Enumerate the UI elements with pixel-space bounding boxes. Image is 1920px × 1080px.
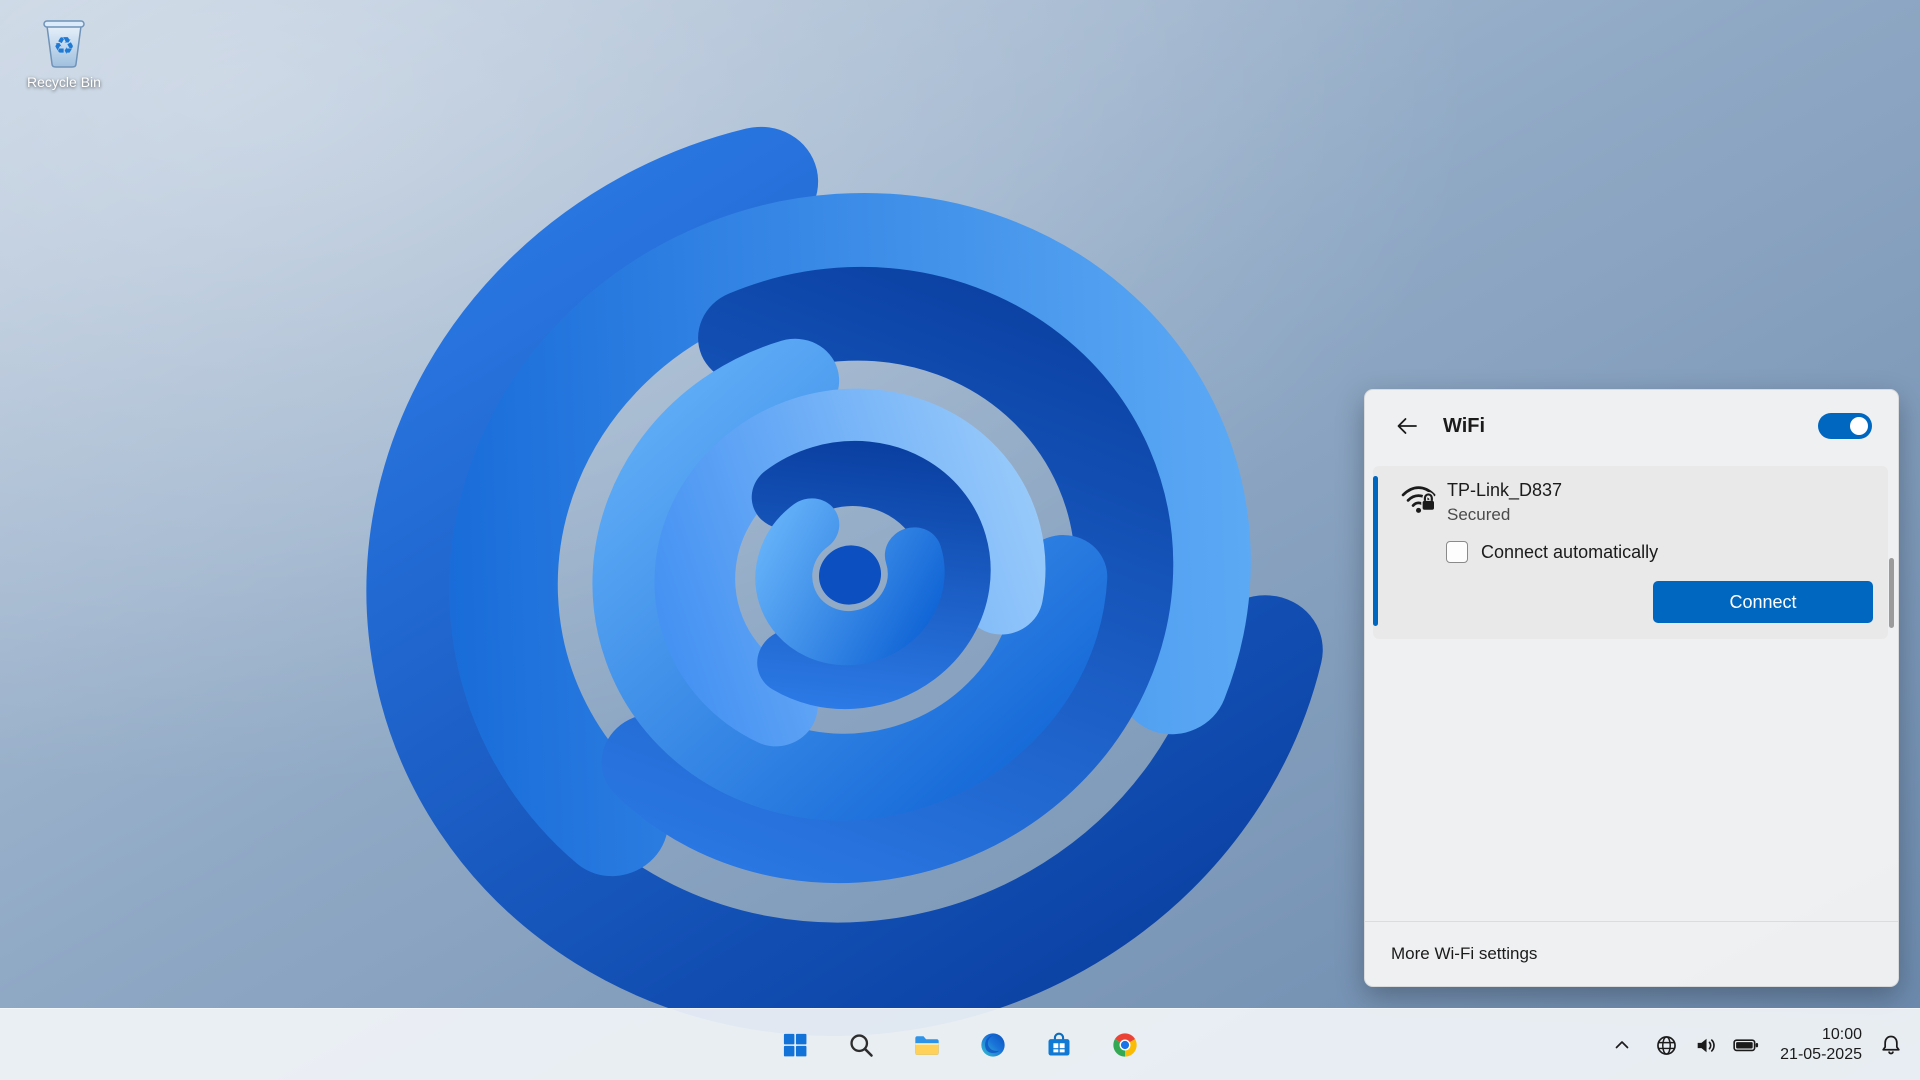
- microsoft-store-button[interactable]: [1037, 1023, 1081, 1067]
- recycle-bin-icon: ♻: [35, 12, 93, 70]
- connect-automatically-label: Connect automatically: [1481, 542, 1658, 563]
- clock[interactable]: 10:00 21-05-2025: [1780, 1025, 1862, 1065]
- taskbar-system-tray: 10:00 21-05-2025: [1606, 1009, 1908, 1080]
- network-volume-battery-group[interactable]: [1650, 1028, 1764, 1062]
- connect-automatically-row[interactable]: Connect automatically: [1446, 541, 1873, 563]
- taskbar-center-icons: [773, 1009, 1147, 1080]
- connect-automatically-checkbox[interactable]: [1446, 541, 1468, 563]
- start-button[interactable]: [773, 1023, 817, 1067]
- more-wifi-settings-link[interactable]: More Wi-Fi settings: [1391, 944, 1537, 964]
- recycle-bin-label: Recycle Bin: [27, 74, 101, 90]
- wifi-flyout-footer: More Wi-Fi settings: [1365, 921, 1898, 986]
- svg-text:♻: ♻: [53, 32, 75, 60]
- windows-start-icon: [781, 1031, 809, 1059]
- chevron-up-icon: [1610, 1033, 1634, 1057]
- battery-icon: [1728, 1028, 1764, 1062]
- hidden-icons-chevron-button[interactable]: [1606, 1029, 1638, 1061]
- wifi-flyout-header: WiFi: [1365, 390, 1898, 462]
- clock-time: 10:00: [1780, 1025, 1862, 1045]
- lock-icon: [1421, 494, 1435, 510]
- volume-icon: [1689, 1029, 1722, 1062]
- edge-button[interactable]: [971, 1023, 1015, 1067]
- notifications-bell-icon: [1878, 1032, 1904, 1058]
- wifi-toggle-knob: [1850, 417, 1868, 435]
- edge-icon: [979, 1031, 1007, 1059]
- microsoft-store-icon: [1045, 1031, 1073, 1059]
- wifi-flyout: WiFi: [1364, 389, 1899, 987]
- search-icon: [847, 1031, 875, 1059]
- taskbar: 10:00 21-05-2025: [0, 1008, 1920, 1080]
- flyout-scrollbar[interactable]: [1889, 558, 1894, 628]
- network-name: TP-Link_D837: [1447, 478, 1562, 503]
- file-explorer-button[interactable]: [905, 1023, 949, 1067]
- wifi-flyout-title: WiFi: [1443, 415, 1485, 438]
- wifi-network-item[interactable]: TP-Link_D837 Secured Connect automatical…: [1373, 466, 1888, 639]
- connect-button[interactable]: Connect: [1653, 581, 1873, 623]
- notifications-button[interactable]: [1874, 1028, 1908, 1062]
- wifi-secured-icon: [1399, 480, 1439, 518]
- recycle-bin[interactable]: ♻ Recycle Bin: [14, 12, 114, 90]
- chrome-icon: [1111, 1031, 1139, 1059]
- search-button[interactable]: [839, 1023, 883, 1067]
- back-arrow-icon: [1395, 414, 1419, 438]
- clock-date: 21-05-2025: [1780, 1045, 1862, 1065]
- wifi-toggle[interactable]: [1818, 413, 1872, 439]
- desktop: ♻ Recycle Bin WiFi: [0, 0, 1920, 1080]
- selection-accent-bar: [1373, 476, 1378, 626]
- back-button[interactable]: [1391, 410, 1423, 442]
- chrome-button[interactable]: [1103, 1023, 1147, 1067]
- network-security-status: Secured: [1447, 503, 1562, 527]
- file-explorer-icon: [913, 1031, 941, 1059]
- network-globe-icon: [1650, 1029, 1683, 1062]
